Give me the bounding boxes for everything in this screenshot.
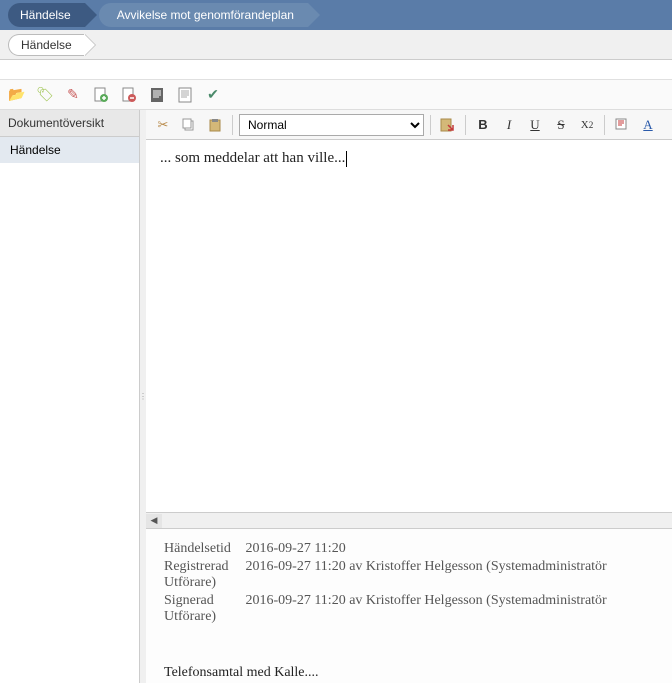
breadcrumb-secondary-label: Avvikelse mot genomförandeplan <box>117 8 294 22</box>
sub-breadcrumb: Händelse <box>0 30 672 60</box>
meta-row-handelsetid: Händelsetid 2016-09-27 11:20 <box>164 541 654 557</box>
toolbar-separator-2 <box>430 115 431 135</box>
meta-row-signerad: Signerad 2016-09-27 11:20 av Kristoffer … <box>164 593 654 625</box>
toolbar-separator-3 <box>465 115 466 135</box>
style-select[interactable]: Normal <box>239 114 424 136</box>
superscript-button[interactable]: X2 <box>576 114 598 136</box>
meta-value-handelsetid: 2016-09-27 11:20 <box>246 541 346 556</box>
horizontal-scrollbar[interactable]: ◀ <box>146 512 672 528</box>
document-dark-icon[interactable] <box>148 86 166 104</box>
page-add-icon[interactable] <box>92 86 110 104</box>
main-area: Dokumentöversikt Händelse ⋮ ✂ Normal <box>0 110 672 683</box>
meta-label-handelsetid: Händelsetid <box>164 541 242 557</box>
sub-breadcrumb-handelse[interactable]: Händelse <box>8 34 84 56</box>
meta-row-registrerad: Registrerad 2016-09-27 11:20 av Kristoff… <box>164 559 654 591</box>
breadcrumb-handelse[interactable]: Händelse <box>8 3 85 27</box>
main-toolbar: 📂 🏷 ✎ ✔ <box>0 80 672 110</box>
sidebar-list: Händelse <box>0 137 139 683</box>
text-cursor <box>346 151 347 167</box>
underline-button[interactable]: U <box>524 114 546 136</box>
meta-label-registrerad: Registrerad <box>164 559 242 575</box>
font-color-button[interactable]: A <box>637 114 659 136</box>
breadcrumb-avvikelse[interactable]: Avvikelse mot genomförandeplan <box>99 3 308 27</box>
italic-button[interactable]: I <box>498 114 520 136</box>
folder-open-icon[interactable]: 📂 <box>8 86 26 104</box>
tag-icon[interactable]: 🏷 <box>36 86 54 104</box>
paste-special-icon[interactable] <box>437 114 459 136</box>
top-breadcrumb: Händelse Avvikelse mot genomförandeplan <box>0 0 672 30</box>
sidebar-header: Dokumentöversikt <box>0 110 139 137</box>
metadata-panel: Händelsetid 2016-09-27 11:20 Registrerad… <box>146 528 672 683</box>
page-remove-icon[interactable] <box>120 86 138 104</box>
paste-icon[interactable] <box>204 114 226 136</box>
sidebar-item-handelse[interactable]: Händelse <box>0 137 139 163</box>
toolbar-separator-4 <box>604 115 605 135</box>
breadcrumb-primary-label: Händelse <box>20 8 71 22</box>
editor-toolbar: ✂ Normal B I U S X2 A <box>146 110 672 140</box>
bold-button[interactable]: B <box>472 114 494 136</box>
copy-icon[interactable] <box>178 114 200 136</box>
sidebar: Dokumentöversikt Händelse <box>0 110 140 683</box>
blank-row <box>0 60 672 80</box>
editor-text: ... som meddelar att han ville... <box>160 150 345 166</box>
document-light-icon[interactable] <box>176 86 194 104</box>
scroll-left-arrow-icon[interactable]: ◀ <box>146 514 162 528</box>
highlight-icon[interactable] <box>611 114 633 136</box>
note-text: Telefonsamtal med Kalle.... <box>164 665 654 681</box>
content-area: ✂ Normal B I U S X2 A <box>146 110 672 683</box>
sub-breadcrumb-label: Händelse <box>21 38 72 52</box>
strikethrough-button[interactable]: S <box>550 114 572 136</box>
sidebar-item-label: Händelse <box>10 143 61 157</box>
spellcheck-icon[interactable]: ✔ <box>204 86 222 104</box>
toolbar-separator <box>232 115 233 135</box>
cut-icon[interactable]: ✂ <box>152 114 174 136</box>
editor-body[interactable]: ... som meddelar att han ville... <box>146 140 672 512</box>
meta-label-signerad: Signerad <box>164 593 242 609</box>
edit-icon[interactable]: ✎ <box>64 86 82 104</box>
